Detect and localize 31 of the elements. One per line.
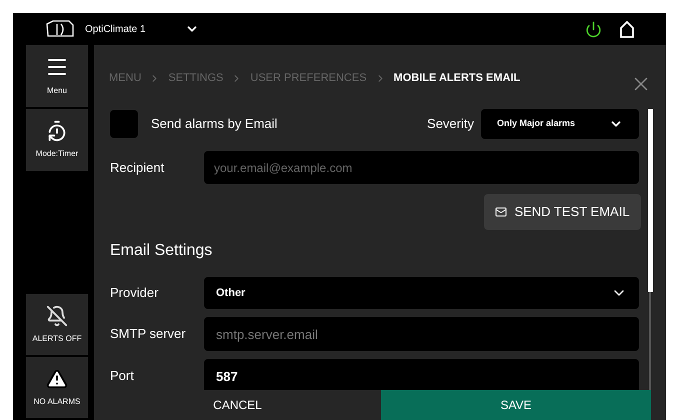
field-label: SMTP server xyxy=(110,325,187,344)
send-test-email-button[interactable]: SEND TEST EMAIL xyxy=(484,194,641,230)
device-logo-icon xyxy=(45,20,75,38)
section-title: Email Settings xyxy=(110,241,214,261)
input-field[interactable]: smtp.server.email xyxy=(204,317,639,351)
recipient-field[interactable]: your.email@example.com xyxy=(204,151,639,184)
provider-dropdown[interactable]: Other xyxy=(204,277,639,309)
mail-icon xyxy=(495,206,508,218)
sidebar-item[interactable]: Menu xyxy=(26,45,88,107)
sidebar-item[interactable]: Mode:Timer xyxy=(26,109,88,171)
checkbox[interactable] xyxy=(110,110,138,138)
sidebar-item[interactable]: NO ALARMS xyxy=(26,357,88,418)
severity-label: Severity xyxy=(427,115,474,134)
field-label: Provider xyxy=(110,284,160,302)
home-icon[interactable] xyxy=(620,20,634,38)
sidebar-item[interactable]: ALERTS OFF xyxy=(26,294,88,355)
timer-icon xyxy=(46,120,68,142)
field-label: Port xyxy=(110,367,135,386)
input-field[interactable]: 587 xyxy=(204,359,639,390)
field-label: Recipient xyxy=(110,158,166,177)
checkbox-label: Send alarms by Email xyxy=(151,115,278,134)
bell-off-icon xyxy=(46,304,68,326)
power-icon[interactable] xyxy=(585,20,602,38)
breadcrumb-item: MOBILE ALERTS EMAIL xyxy=(394,70,520,86)
warning-icon xyxy=(46,368,68,390)
device-name: OptiClimate 1 xyxy=(85,22,147,36)
dropdown-value: Only Major alarms xyxy=(497,117,576,130)
save-button[interactable]: SAVE xyxy=(381,390,651,420)
scrollbar-thumb[interactable] xyxy=(648,109,653,292)
dropdown-value: Other xyxy=(216,286,246,301)
severity-dropdown[interactable]: Only Major alarms xyxy=(481,109,639,139)
